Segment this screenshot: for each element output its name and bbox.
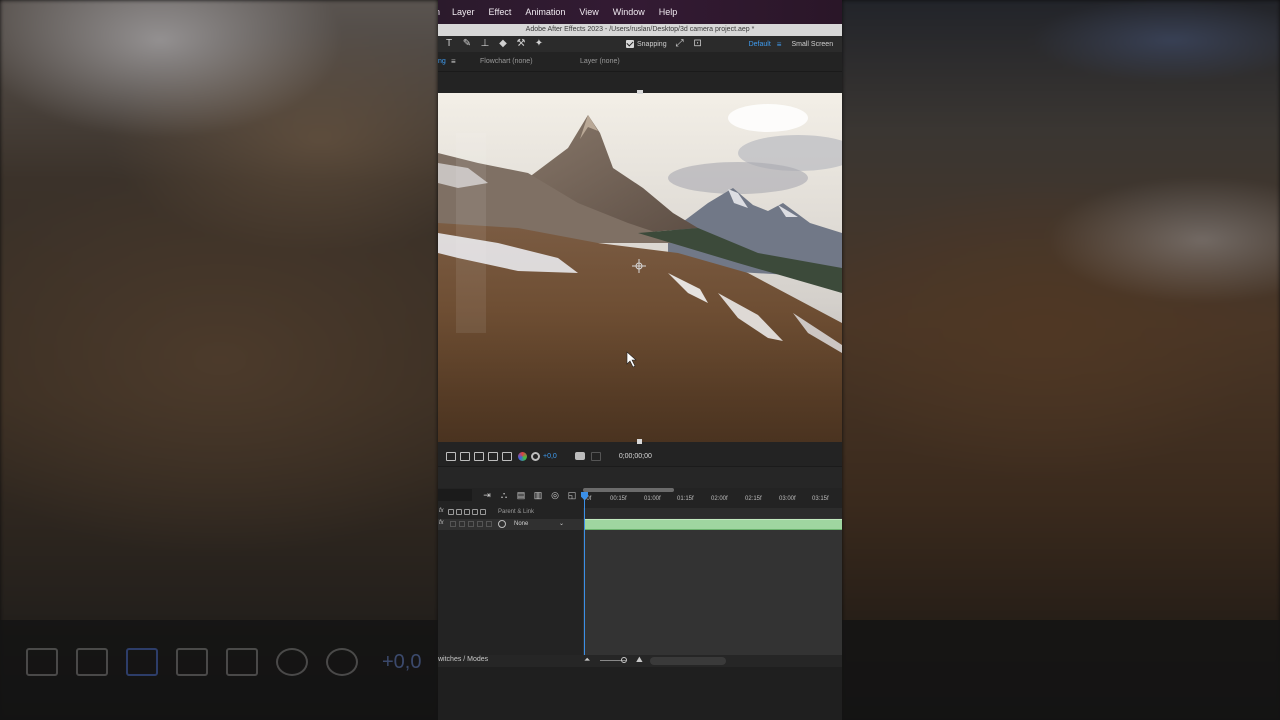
fx-switch-icon[interactable]: fx — [439, 520, 444, 526]
work-area-bar[interactable] — [583, 488, 674, 492]
roto-brush-tool-icon[interactable]: ⚒ — [514, 38, 528, 50]
grid-guides-icon[interactable] — [502, 451, 512, 461]
snapshot-camera-icon[interactable] — [574, 452, 585, 460]
tab-layer[interactable]: Layer (none) — [580, 58, 620, 65]
after-effects-window: n Layer Effect Animation View Window Hel… — [438, 0, 842, 720]
eraser-tool-icon[interactable]: ◆ — [496, 38, 510, 50]
current-time-indicator-line[interactable] — [584, 494, 585, 655]
ruler-tick: 03:15f — [812, 496, 829, 502]
shy-layers-icon[interactable]: ▤ — [516, 490, 526, 500]
frame-blending-icon[interactable]: ▥ — [533, 490, 543, 500]
parent-dropdown[interactable]: None — [514, 521, 528, 527]
menu-item-window[interactable]: Window — [613, 7, 645, 17]
ruler-tick: 00:15f — [610, 496, 627, 502]
zoom-out-icon[interactable]: ⏶ — [584, 655, 590, 665]
window-title: Adobe After Effects 2023 - /Users/ruslan… — [438, 24, 842, 36]
blurred-color-channels-icon — [276, 648, 308, 676]
comp-flowchart-icon[interactable]: ⇥ — [482, 490, 492, 500]
panel-menu-icon[interactable]: ≡ — [451, 57, 456, 66]
ruler-tick: 01:15f — [677, 496, 694, 502]
workspace-small-screen[interactable]: Small Screen — [791, 41, 833, 48]
mask-visibility-icon[interactable] — [474, 451, 484, 461]
fast-previews-icon[interactable] — [446, 451, 456, 461]
zoom-in-icon[interactable]: ⛰ — [636, 655, 643, 665]
blurred-background-left — [0, 0, 438, 720]
workspace-default[interactable]: Default — [749, 41, 771, 48]
blurred-region-icon — [176, 648, 208, 676]
blurred-transparency-grid-icon — [76, 648, 108, 676]
snap-grid-icon[interactable]: ⊡ — [691, 38, 705, 50]
time-ruler[interactable]: 00f 00:15f 01:00f 01:15f 02:00f 02:15f 0… — [583, 486, 842, 506]
layer-row[interactable]: fx None ⌄ — [438, 519, 583, 530]
layer-list-empty-area — [438, 531, 583, 655]
menu-item-layer[interactable]: Layer — [452, 7, 475, 17]
timeline-tracks[interactable] — [583, 508, 842, 655]
transparency-grid-icon[interactable] — [460, 451, 470, 461]
timeline-scrollbar[interactable] — [650, 657, 726, 665]
timeline-search-input[interactable] — [438, 489, 472, 501]
layer-handle-top[interactable] — [637, 90, 643, 94]
composition-viewer[interactable] — [438, 93, 842, 442]
blurred-exposure-value: +0,0 — [382, 650, 422, 673]
app-bottom-area — [438, 667, 842, 720]
type-tool-icon[interactable]: T — [442, 38, 456, 50]
ruler-tick: 03:00f — [779, 496, 796, 502]
tools-toolbar: T ✎ ⊥ ◆ ⚒ ✦ Snapping ⤢ ⊡ Default ≡ Small… — [438, 36, 842, 52]
exposure-value[interactable]: +0,0 — [543, 453, 557, 460]
layer-switches[interactable] — [450, 521, 492, 527]
draft-3d-icon[interactable]: ⛬ — [499, 490, 509, 500]
clone-stamp-tool-icon[interactable]: ⊥ — [478, 38, 492, 50]
tab-flowchart[interactable]: Flowchart (none) — [480, 58, 533, 65]
track-header-row — [583, 508, 842, 518]
layer-handle-bottom[interactable] — [637, 439, 642, 444]
menu-item-animation[interactable]: Animation — [525, 7, 565, 17]
region-of-interest-icon[interactable] — [488, 451, 498, 461]
timeline-switch-icons: ⇥ ⛬ ▤ ▥ ◎ ◱ — [482, 490, 577, 500]
viewer-controls-bar: +0,0 0;00;00;00 — [438, 448, 842, 464]
motion-blur-icon[interactable]: ◎ — [550, 490, 560, 500]
viewer-timecode[interactable]: 0;00;00;00 — [619, 453, 652, 460]
timeline-footer: witches / Modes ⏶ ⛰ — [438, 655, 842, 667]
blurred-guides-icon — [226, 648, 258, 676]
reset-exposure-icon[interactable] — [531, 451, 540, 461]
graph-editor-icon[interactable]: ◱ — [567, 490, 577, 500]
menu-item-view[interactable]: View — [579, 7, 598, 17]
workspace-menu-icon[interactable]: ≡ — [777, 40, 782, 49]
blurred-background-right — [842, 0, 1280, 720]
menu-item-effect[interactable]: Effect — [489, 7, 512, 17]
timeline-header — [438, 466, 842, 488]
layer-column-headers: fx Parent & Link — [438, 508, 583, 518]
ruler-tick: 01:00f — [644, 496, 661, 502]
snapping-checkbox[interactable] — [626, 40, 634, 48]
blurred-fast-preview-icon — [26, 648, 58, 676]
ruler-tick: 02:15f — [745, 496, 762, 502]
show-snapshot-icon[interactable] — [590, 451, 601, 461]
chevron-down-icon[interactable]: ⌄ — [559, 520, 564, 527]
mountain-footage-frame — [438, 93, 842, 442]
blurred-background-icons: +0,0 — [26, 648, 421, 676]
fx-column-icon: fx — [439, 508, 444, 514]
menu-item-window-partial[interactable]: n — [438, 7, 440, 17]
blurred-exposure-icon — [326, 648, 358, 676]
ruler-tick: 02:00f — [711, 496, 728, 502]
snap-options-icon[interactable]: ⤢ — [673, 38, 687, 50]
toggle-switches-modes[interactable]: witches / Modes — [438, 656, 488, 663]
parent-pick-whip-icon[interactable] — [498, 520, 506, 528]
color-channels-icon[interactable] — [518, 451, 527, 461]
snapping-toggle[interactable]: Snapping ⤢ ⊡ — [626, 38, 709, 50]
menu-bar: n Layer Effect Animation View Window Hel… — [438, 0, 842, 24]
parent-link-header: Parent & Link — [498, 509, 535, 515]
snapping-label: Snapping — [637, 40, 667, 48]
switch-column-icons — [448, 509, 486, 515]
puppet-pin-tool-icon[interactable]: ✦ — [532, 38, 546, 50]
tab-composition-partial[interactable]: ng — [438, 58, 446, 65]
viewer-panel-tabs: ng ≡ Flowchart (none) Layer (none) — [438, 52, 842, 72]
blurred-mask-icon — [126, 648, 158, 676]
layer-duration-bar-edge — [585, 529, 842, 530]
zoom-slider-knob[interactable] — [621, 657, 627, 663]
brush-tool-icon[interactable]: ✎ — [460, 38, 474, 50]
menu-item-help[interactable]: Help — [659, 7, 678, 17]
